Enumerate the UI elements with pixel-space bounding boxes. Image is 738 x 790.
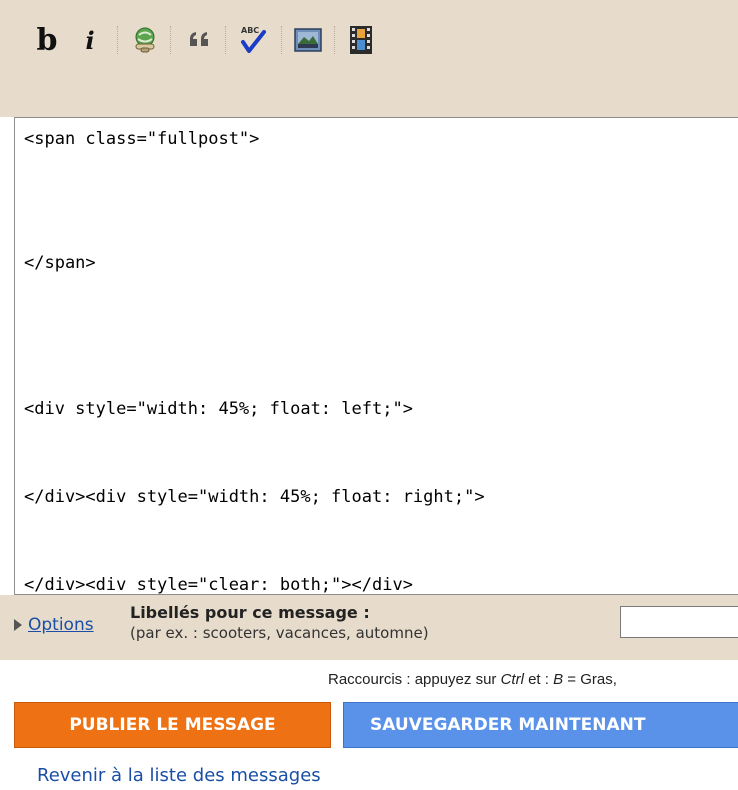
spellcheck-icon[interactable]: ABC xyxy=(236,23,270,57)
editor-toolbar: b i ABC xyxy=(0,0,738,117)
labels-title: Libellés pour ce message : xyxy=(130,603,370,622)
italic-button[interactable]: i xyxy=(73,23,107,57)
link-icon[interactable] xyxy=(128,23,162,57)
video-icon[interactable] xyxy=(344,23,378,57)
code-line: <span class="fullpost"> xyxy=(24,129,260,149)
labels-input[interactable] xyxy=(620,606,738,638)
post-html-editor[interactable]: <span class="fullpost"> </span> <div sty… xyxy=(14,117,738,595)
options-toggle[interactable]: Options xyxy=(14,605,94,645)
labels-hint: (par ex. : scooters, vacances, automne) xyxy=(130,624,429,642)
publish-post-button[interactable]: PUBLIER LE MESSAGE xyxy=(14,702,331,748)
shortcuts-hint: Raccourcis : appuyez sur Ctrl et : B = G… xyxy=(328,671,617,688)
code-line: </div><div style="clear: both;"></div> xyxy=(24,575,413,595)
code-line: </span> xyxy=(24,253,96,273)
blockquote-icon[interactable] xyxy=(183,23,217,57)
expand-triangle-icon xyxy=(14,619,22,631)
svg-text:ABC: ABC xyxy=(241,26,259,35)
save-now-button[interactable]: SAUVEGARDER MAINTENANT xyxy=(343,702,738,748)
bold-button[interactable]: b xyxy=(30,23,64,58)
image-icon[interactable] xyxy=(291,23,325,57)
options-link[interactable]: Options xyxy=(28,615,94,635)
code-line: <div style="width: 45%; float: left;"> xyxy=(24,399,413,419)
back-to-posts-link[interactable]: Revenir à la liste des messages xyxy=(37,765,321,786)
code-line: </div><div style="width: 45%; float: rig… xyxy=(24,487,485,507)
